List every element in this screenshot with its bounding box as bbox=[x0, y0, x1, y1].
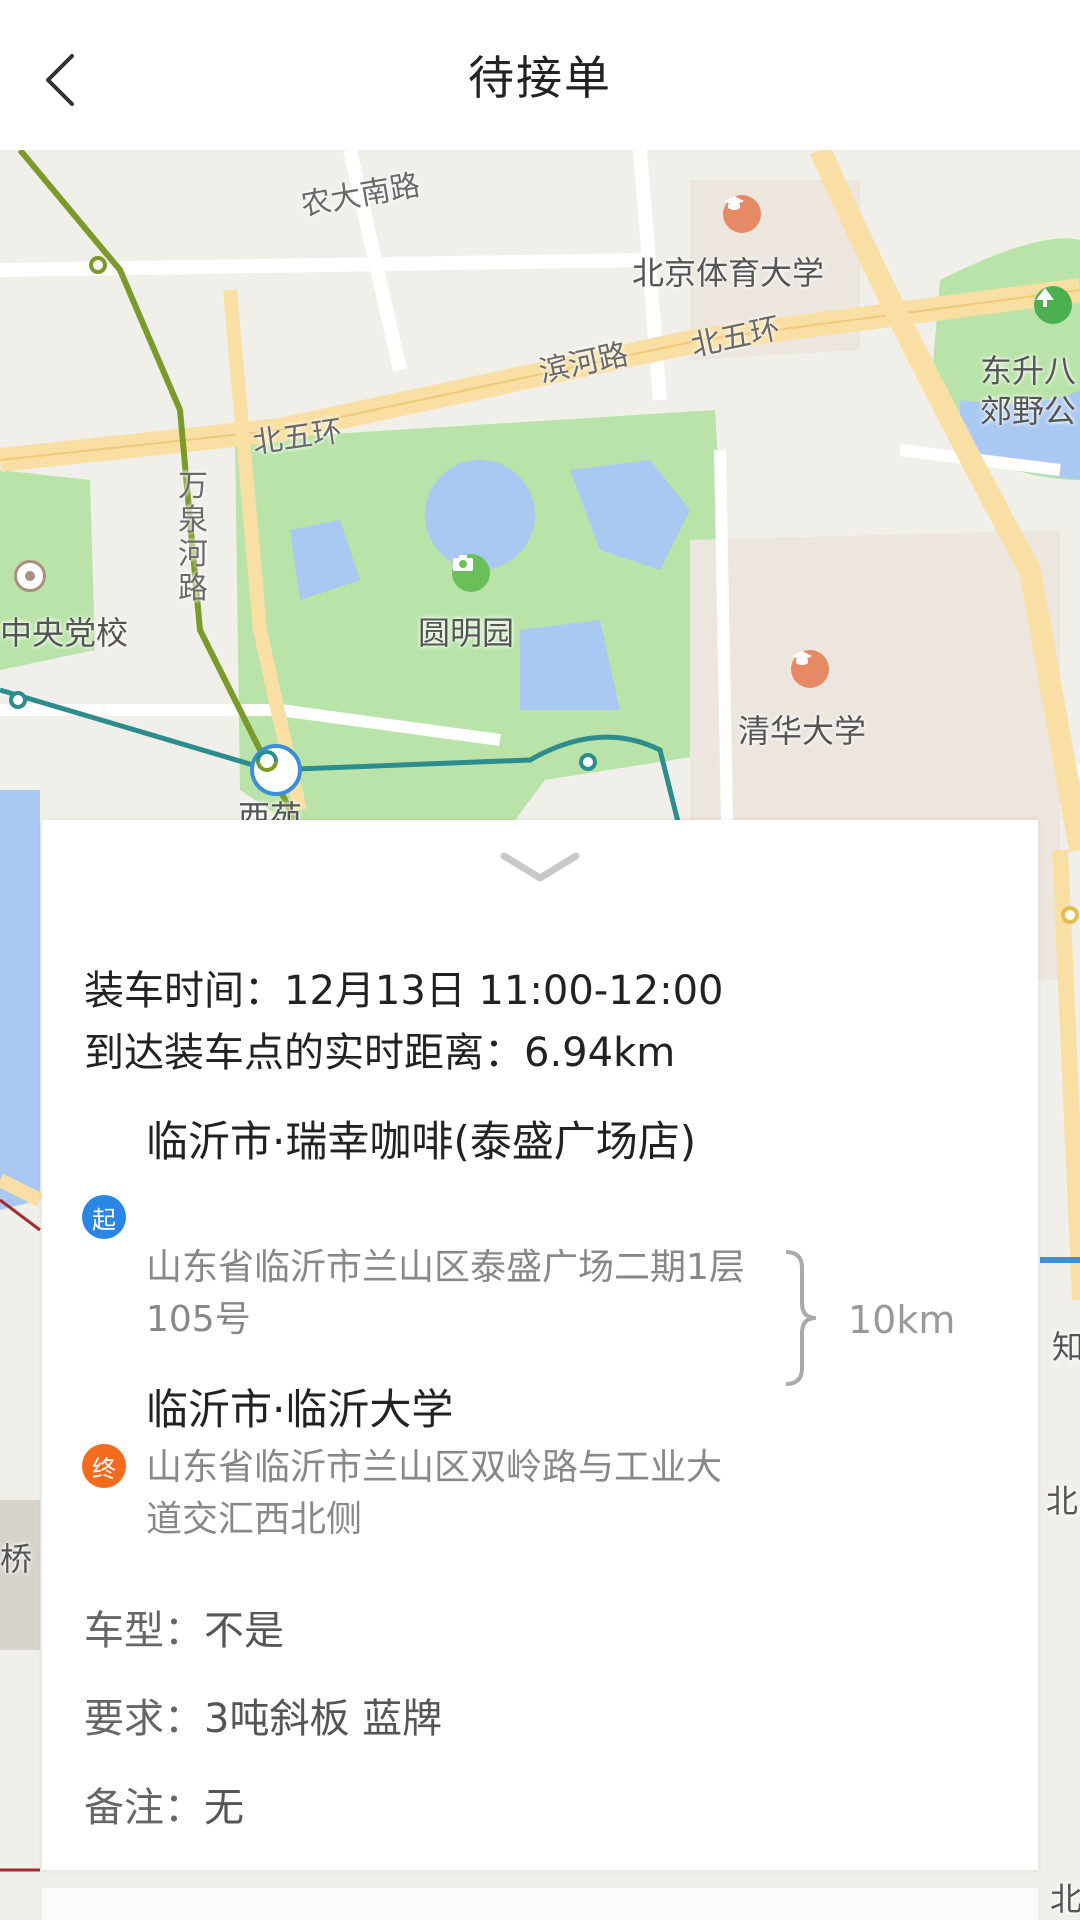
map-label: 万泉河路 bbox=[178, 469, 208, 606]
distance-label: 到达装车点的实时距离： bbox=[84, 1030, 524, 1076]
university-icon[interactable] bbox=[723, 195, 761, 233]
vehicle-value: 不是 bbox=[204, 1608, 284, 1654]
bottom-panel-edge bbox=[42, 1888, 1038, 1920]
end-location-address: 山东省临沂市兰山区双岭路与工业大道交汇西北侧 bbox=[146, 1447, 723, 1540]
distance-value: 6.94km bbox=[524, 1030, 676, 1076]
chevron-left-icon bbox=[46, 54, 74, 106]
page-title: 待接单 bbox=[468, 51, 612, 105]
start-point-icon: 起 bbox=[82, 1195, 126, 1239]
remark-value: 无 bbox=[204, 1785, 244, 1831]
top-bar: 待接单 bbox=[0, 0, 1080, 150]
vehicle-label: 车型： bbox=[84, 1608, 204, 1654]
park-tree-icon[interactable] bbox=[1034, 286, 1072, 324]
route-distance: 10km bbox=[848, 1298, 956, 1342]
poi-dot-icon[interactable] bbox=[14, 560, 46, 592]
order-info-card: 装车时间：12月13日 11:00-12:00 到达装车点的实时距离：6.94k… bbox=[42, 820, 1038, 1870]
vehicle-type: 车型：不是 bbox=[84, 1598, 284, 1656]
requirement-label: 要求： bbox=[84, 1696, 204, 1742]
route-brace-icon bbox=[785, 1250, 817, 1386]
map-label: 北 bbox=[1050, 1880, 1080, 1918]
loading-time-value: 12月13日 11:00-12:00 bbox=[284, 968, 724, 1014]
realtime-distance: 到达装车点的实时距离：6.94km bbox=[84, 1020, 675, 1078]
map-label: 北京体育大学 bbox=[632, 254, 825, 292]
remark-label: 备注： bbox=[84, 1785, 204, 1831]
map-label: 圆明园 bbox=[418, 614, 515, 652]
collapse-button[interactable] bbox=[500, 842, 580, 892]
map-label: 清华大学 bbox=[738, 712, 867, 750]
map-label: 中央党校 bbox=[0, 614, 129, 652]
metro-station-icon[interactable] bbox=[250, 744, 302, 796]
map-label: 郊野公 bbox=[980, 392, 1077, 430]
remark: 备注：无 bbox=[84, 1775, 244, 1833]
map-label: 北三 bbox=[1046, 1482, 1080, 1520]
scenic-camera-icon[interactable] bbox=[452, 554, 490, 592]
back-button[interactable] bbox=[30, 45, 90, 115]
loading-time-label: 装车时间： bbox=[84, 968, 284, 1014]
start-location-address: 山东省临沂市兰山区泰盛广场二期1层105号 bbox=[146, 1247, 745, 1340]
chevron-down-icon bbox=[500, 852, 580, 882]
requirement-value: 3吨斜板 蓝牌 bbox=[204, 1696, 443, 1742]
loading-time: 装车时间：12月13日 11:00-12:00 bbox=[84, 958, 724, 1016]
requirement: 要求：3吨斜板 蓝牌 bbox=[84, 1686, 442, 1744]
map-label: 桥 bbox=[0, 1540, 33, 1578]
end-location-name[interactable]: 临沂市·临沂大学 bbox=[146, 1380, 746, 1440]
start-location-name[interactable]: 临沂市·瑞幸咖啡(泰盛广场店) bbox=[146, 1112, 746, 1172]
university-icon[interactable] bbox=[791, 650, 829, 688]
end-point-icon: 终 bbox=[82, 1444, 126, 1488]
map-label: 知 bbox=[1052, 1328, 1080, 1366]
